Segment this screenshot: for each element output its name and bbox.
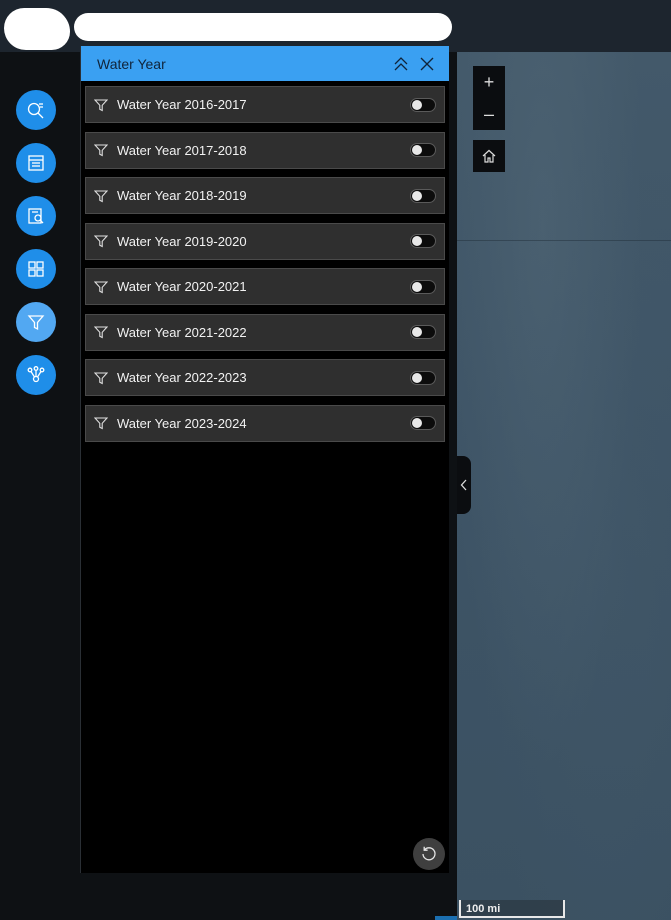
search-icon (27, 102, 44, 119)
toggle-knob (412, 99, 422, 110)
filter-icon (94, 371, 108, 385)
filter-item[interactable]: Water Year 2020-2021 (85, 268, 445, 305)
filter-icon (94, 280, 108, 294)
filter-item[interactable]: Water Year 2017-2018 (85, 131, 445, 169)
reset-button[interactable] (413, 838, 445, 870)
collapse-button[interactable] (391, 54, 411, 74)
double-chevron-up-icon (394, 56, 408, 70)
filter-item[interactable]: Water Year 2019-2020 (85, 222, 445, 260)
toggle-knob (412, 418, 422, 428)
filter-item[interactable]: Water Year 2016-2017 (85, 86, 445, 123)
filter-rail-button[interactable] (16, 302, 56, 342)
left-rail (0, 52, 79, 920)
filter-toggle[interactable] (410, 279, 436, 294)
table-icon (28, 155, 44, 171)
toggle-knob (412, 190, 422, 201)
top-bar (0, 0, 671, 52)
toggle-knob (412, 236, 422, 246)
filter-icon (27, 315, 45, 331)
collapse-panel-tab[interactable] (457, 456, 471, 514)
filter-label: Water Year 2023-2024 (117, 415, 247, 431)
filter-panel: Water Year Water Year 2016-2017 Water Ye… (80, 46, 449, 873)
close-button[interactable] (417, 54, 437, 74)
filter-label: Water Year 2021-2022 (117, 324, 247, 340)
search-rail-button[interactable] (16, 90, 56, 130)
filter-icon (94, 325, 108, 339)
filter-icon (94, 189, 108, 203)
filter-label: Water Year 2016-2017 (117, 97, 247, 112)
toggle-knob (412, 327, 422, 337)
filter-label: Water Year 2019-2020 (117, 233, 247, 249)
filter-item[interactable]: Water Year 2018-2019 (85, 177, 445, 214)
map-view[interactable] (457, 52, 671, 920)
filter-item[interactable]: Water Year 2022-2023 (85, 359, 445, 396)
filter-icon (94, 98, 108, 112)
zoom-in-button[interactable]: + (473, 66, 505, 98)
filter-item[interactable]: Water Year 2021-2022 (85, 313, 445, 351)
zoom-controls: + – (473, 66, 505, 130)
filter-icon (94, 143, 108, 157)
filter-icon (94, 234, 108, 248)
filter-toggle[interactable] (410, 325, 436, 339)
home-button[interactable] (473, 140, 505, 172)
home-icon (482, 149, 496, 163)
filter-label: Water Year 2018-2019 (117, 188, 247, 203)
share-rail-button[interactable] (16, 355, 56, 395)
grid-rail-button[interactable] (16, 249, 56, 289)
filter-toggle[interactable] (410, 97, 436, 112)
zoom-out-button[interactable]: – (473, 98, 505, 130)
chevron-left-icon (460, 479, 467, 491)
grid-icon (28, 261, 44, 277)
toggle-knob (412, 281, 422, 292)
bottom-accent (435, 916, 457, 920)
filter-toggle[interactable] (410, 143, 436, 157)
reset-icon (422, 846, 436, 861)
filter-toggle[interactable] (410, 370, 436, 385)
filter-toggle[interactable] (410, 188, 436, 203)
filter-icon (94, 416, 108, 430)
query-rail-button[interactable] (16, 196, 56, 236)
filter-toggle[interactable] (410, 234, 436, 248)
share-icon (27, 366, 45, 383)
redacted-app-title (74, 13, 452, 41)
map-border-line (457, 240, 671, 241)
filter-toggle[interactable] (410, 416, 436, 430)
filter-label: Water Year 2022-2023 (117, 370, 247, 385)
toggle-knob (412, 372, 422, 383)
panel-title: Water Year (97, 55, 166, 72)
close-icon (420, 57, 434, 70)
filter-item[interactable]: Water Year 2023-2024 (85, 404, 445, 442)
panel-header: Water Year (81, 46, 449, 81)
redacted-logo (4, 8, 70, 50)
filter-label: Water Year 2020-2021 (117, 279, 247, 294)
table-rail-button[interactable] (16, 143, 56, 183)
filter-label: Water Year 2017-2018 (117, 142, 247, 158)
toggle-knob (412, 145, 422, 155)
filter-list: Water Year 2016-2017 Water Year 2017-201… (81, 81, 449, 442)
scale-bar: 100 mi (459, 900, 565, 918)
query-icon (28, 208, 44, 224)
